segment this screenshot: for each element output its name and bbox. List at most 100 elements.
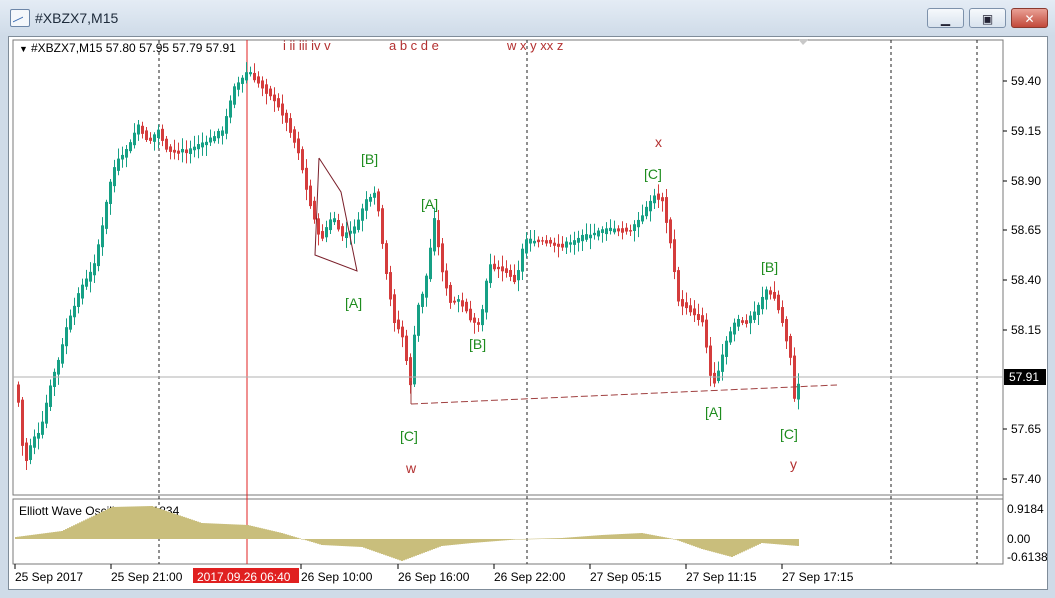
oscillator-bar: [363, 539, 365, 548]
candle-body: [321, 231, 324, 239]
oscillator-bar: [393, 539, 395, 559]
candle-body: [153, 134, 156, 142]
oscillator-bar: [333, 539, 335, 546]
candle-body: [717, 370, 720, 382]
candle-body: [329, 219, 332, 231]
oscillator-bar: [79, 522, 81, 539]
oscillator-bar: [507, 539, 509, 541]
candle-body: [289, 118, 292, 133]
candle-body: [317, 218, 320, 235]
oscillator-bar: [37, 534, 39, 539]
minimize-button[interactable]: ▁: [927, 8, 964, 28]
oscillator-bar: [785, 539, 787, 545]
oscillator-bar: [505, 539, 507, 541]
candle-body: [189, 148, 192, 154]
oscillator-bar: [611, 534, 613, 539]
oscillator-bar: [763, 539, 765, 544]
oscillator-bar: [447, 539, 449, 546]
candle-body: [457, 299, 460, 302]
oscillator-bar: [195, 520, 197, 539]
time-label: 25 Sep 21:00: [111, 570, 183, 584]
oscillator-bar: [261, 528, 263, 539]
candle-body: [305, 167, 308, 190]
wave-label-w: w: [405, 460, 417, 476]
wave-label-c3: [C]: [780, 426, 798, 442]
oscillator-bar: [797, 539, 799, 546]
oscillator-bar: [19, 536, 21, 539]
oscillator-bar: [559, 538, 561, 539]
oscillator-bar: [429, 539, 431, 551]
candle-body: [273, 94, 276, 102]
oscillator-bar: [449, 539, 451, 546]
candle-body: [377, 191, 380, 212]
candle-body: [293, 129, 296, 143]
oscillator-bar: [317, 539, 319, 544]
oscillator-bar: [471, 539, 473, 543]
oscillator-bar: [259, 527, 261, 539]
oscillator-bar: [637, 533, 639, 539]
oscillator-bar: [55, 531, 57, 539]
candle-body: [297, 138, 300, 154]
candle-body: [473, 317, 476, 323]
oscillator-bar: [299, 538, 301, 539]
candle-body: [133, 132, 136, 146]
candle-body: [469, 308, 472, 321]
oscillator-bar: [597, 535, 599, 539]
oscillator-bar: [771, 539, 773, 544]
window-titlebar: #XBZX7,M15 ▁ ▣ ✕: [0, 0, 1055, 36]
candle-body: [689, 305, 692, 313]
oscillator-bar: [697, 539, 699, 548]
oscillator-bar: [707, 539, 709, 551]
oscillator-bar: [735, 539, 737, 556]
oscillator-bar: [749, 539, 751, 549]
close-button[interactable]: ✕: [1011, 8, 1048, 28]
oscillator-bar: [441, 539, 443, 546]
chart-canvas[interactable]: ▼ #XBZX7,M15 57.80 57.95 57.79 57.91 i i…: [9, 37, 1048, 589]
candle-body: [49, 385, 52, 407]
oscillator-level-zero: 0.00: [1007, 532, 1031, 546]
candle-body: [713, 372, 716, 384]
oscillator-bar: [175, 514, 177, 539]
candle-body: [485, 280, 488, 313]
candle-body: [129, 142, 132, 152]
oscillator-bar: [301, 539, 303, 540]
oscillator-bar: [321, 539, 323, 545]
maximize-button[interactable]: ▣: [969, 8, 1006, 28]
candle-body: [65, 327, 68, 347]
candle-body: [33, 436, 36, 448]
oscillator-bar: [479, 539, 481, 543]
oscillator-bar: [733, 539, 735, 557]
oscillator-bar: [165, 510, 167, 539]
oscillator-bar: [657, 536, 659, 539]
oscillator-bar: [375, 539, 377, 552]
oscillator-bar: [221, 523, 223, 539]
oscillator-bar: [137, 506, 139, 539]
oscillator-bar: [647, 534, 649, 539]
oscillator-bar: [609, 534, 611, 539]
oscillator-bar: [71, 526, 73, 539]
oscillator-bar: [511, 539, 513, 540]
wave-label-b2: [B]: [469, 336, 486, 352]
oscillator-bar: [303, 539, 305, 540]
candle-body: [677, 270, 680, 302]
oscillator-bar: [241, 524, 243, 539]
oscillator-bar: [475, 539, 477, 543]
oscillator-bar: [139, 506, 141, 539]
candle-body: [565, 241, 568, 248]
oscillator-bar: [551, 538, 553, 539]
oscillator-bar: [343, 539, 345, 547]
oscillator-bar: [731, 539, 733, 557]
candle-body: [545, 240, 548, 244]
oscillator-bar: [769, 539, 771, 544]
oscillator-bar: [489, 539, 491, 542]
candle-body: [61, 344, 64, 364]
oscillator-bar: [627, 533, 629, 539]
candle-body: [185, 149, 188, 154]
oscillator-bar: [95, 514, 97, 539]
window-title: #XBZX7,M15: [35, 10, 119, 26]
oscillator-bar: [185, 517, 187, 539]
chart-area[interactable]: ▼ #XBZX7,M15 57.80 57.95 57.79 57.91 i i…: [8, 36, 1048, 590]
oscillator-bar: [757, 539, 759, 545]
candle-body: [233, 86, 236, 105]
oscillator-bar: [33, 534, 35, 539]
